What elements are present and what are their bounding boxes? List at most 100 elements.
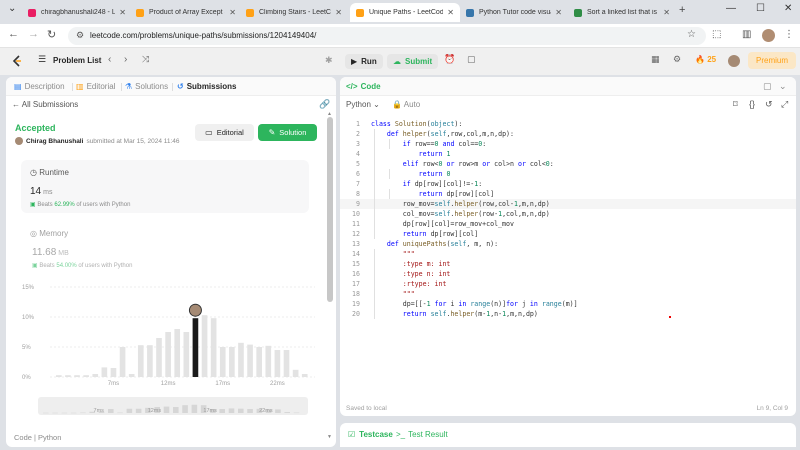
editorial-button[interactable]: ▭ Editorial [195, 124, 254, 141]
browser-tab[interactable]: Sort a linked list that is s ✕ [568, 3, 676, 22]
code-line[interactable]: 17 :rtype: int [340, 279, 796, 289]
scroll-down-icon[interactable]: ▼ [327, 434, 332, 440]
code-line[interactable]: 12 return dp[row][col] [340, 229, 796, 239]
more-menu-icon[interactable]: ⋮ [784, 29, 794, 40]
all-submissions-link[interactable]: ← All Submissions [12, 100, 78, 109]
user-avatar[interactable] [728, 55, 740, 67]
settings-gear-icon[interactable]: ⚙ [673, 54, 681, 65]
histogram-bar-current[interactable] [192, 318, 199, 377]
code-line[interactable]: 7 if dp[row][col]!=-1: [340, 179, 796, 189]
shuffle-icon[interactable]: ⤨ [142, 54, 149, 65]
code-line[interactable]: 15 :type m: int [340, 259, 796, 269]
solution-button[interactable]: ✎ Solution [258, 124, 317, 141]
maximize-panel-icon[interactable]: ▢ [763, 81, 772, 92]
histogram-bar[interactable] [119, 347, 126, 377]
tab-description[interactable]: ▤ Description [14, 82, 65, 91]
code-line[interactable]: 10 col_mov=self.helper(row-1,col,m,n,dp) [340, 209, 796, 219]
code-line[interactable]: 16 :type n: int [340, 269, 796, 279]
histogram-bar[interactable] [274, 350, 281, 377]
layout-icon[interactable]: ▦ [651, 54, 660, 65]
tab-search-icon[interactable]: ⌄ [8, 3, 16, 14]
histogram-bar[interactable] [238, 342, 244, 377]
close-tab-icon[interactable]: ✕ [447, 8, 454, 17]
next-problem-icon[interactable]: › [124, 54, 127, 65]
code-line[interactable]: 20 return self.helper(m-1,n-1,m,n,dp) [340, 309, 796, 319]
maximize-icon[interactable]: ☐ [756, 3, 765, 14]
histogram-bar[interactable] [247, 344, 253, 377]
fullscreen-icon[interactable]: ⤢ [781, 99, 788, 110]
reset-code-icon[interactable]: ↺ [765, 99, 773, 110]
histogram-bar[interactable] [265, 345, 272, 377]
reload-icon[interactable]: ↻ [47, 28, 56, 41]
browser-tab-active[interactable]: Unique Paths - LeetCode ✕ [350, 3, 460, 22]
code-tab[interactable]: </> Code [346, 82, 384, 91]
browser-tab[interactable]: Product of Array Except S ✕ [130, 3, 242, 22]
histogram-bar[interactable] [83, 375, 89, 377]
tab-submissions[interactable]: ↺ Submissions [177, 82, 237, 91]
code-line[interactable]: 2 def helper(self,row,col,m,n,dp): [340, 129, 796, 139]
histogram-bar[interactable] [201, 315, 208, 377]
code-line[interactable]: 1 class Solution(object): [340, 119, 796, 129]
close-tab-icon[interactable]: ✕ [335, 8, 342, 17]
notes-icon[interactable]: ▢ [467, 54, 476, 65]
histogram-bar[interactable] [110, 368, 117, 377]
tab-testcase[interactable]: ☑ Testcase [348, 430, 397, 439]
code-line[interactable]: 14 """ [340, 249, 796, 259]
histogram-bar[interactable] [156, 338, 162, 377]
browser-tab[interactable]: chiragbhanushali248 - Le ✕ [22, 3, 132, 22]
site-info-icon[interactable]: ⚙ [76, 30, 84, 41]
url-field[interactable]: ⚙ leetcode.com/problems/unique-paths/sub… [68, 27, 706, 45]
premium-button[interactable]: Premium [748, 52, 797, 69]
profile-avatar[interactable] [762, 29, 775, 42]
format-code-icon[interactable]: {} [749, 99, 755, 109]
code-line[interactable]: 8 return dp[row][col] [340, 189, 796, 199]
code-line[interactable]: 13 def uniquePaths(self, m, n): [340, 239, 796, 249]
problem-list-link[interactable]: Problem List [53, 56, 101, 65]
histogram-bar[interactable] [65, 375, 71, 377]
histogram-bar[interactable] [165, 332, 171, 377]
histogram-bar[interactable] [74, 375, 80, 377]
code-line[interactable]: 9 row_mov=self.helper(row,col-1,m,n,dp) [340, 199, 796, 209]
bookmark-star-icon[interactable]: ☆ [687, 29, 696, 40]
histogram-bar[interactable] [147, 345, 153, 377]
extensions-icon[interactable]: ⬚ [712, 29, 721, 40]
histogram-bar[interactable] [174, 329, 181, 377]
histogram-bar[interactable] [137, 345, 144, 377]
prev-problem-icon[interactable]: ‹ [108, 54, 111, 65]
language-select[interactable]: Python ⌄ [346, 100, 380, 109]
close-window-icon[interactable]: ✕ [784, 3, 792, 14]
debug-icon[interactable]: ✱ [325, 55, 333, 66]
close-tab-icon[interactable]: ✕ [229, 8, 236, 17]
histogram-bar[interactable] [101, 367, 108, 377]
left-panel-scrollbar[interactable] [327, 117, 333, 302]
code-editor[interactable]: 1 class Solution(object): 2 def helper(sel… [340, 119, 796, 389]
run-button[interactable]: ▶ Run [345, 54, 383, 69]
forward-icon[interactable]: → [28, 28, 39, 40]
histogram-bar[interactable] [219, 347, 226, 377]
histogram-bar[interactable] [283, 350, 290, 377]
new-tab-button[interactable]: + [679, 4, 685, 16]
submit-button[interactable]: ☁ Submit [387, 54, 439, 69]
share-link-icon[interactable]: 🔗 [319, 99, 330, 110]
browser-tab[interactable]: Climbing Stairs - LeetCo ✕ [240, 3, 348, 22]
collapse-panel-icon[interactable]: ⌄ [779, 81, 787, 92]
bookmark-icon[interactable]: ⌑ [733, 99, 738, 110]
back-icon[interactable]: ← [8, 28, 19, 40]
runtime-card[interactable]: ◷ Runtime 14 ms ▣ Beats 62.99% of users w… [21, 160, 309, 213]
code-line[interactable]: 6 return 0 [340, 169, 796, 179]
tab-solutions[interactable]: ⚗ Solutions [125, 82, 168, 91]
histogram-bar[interactable] [128, 374, 135, 377]
code-line[interactable]: 18 """ [340, 289, 796, 299]
histogram-bar[interactable] [229, 347, 235, 377]
code-line[interactable]: 11 dp[row][col]=row_mov+col_mov [340, 219, 796, 229]
code-line[interactable]: 19 dp=[[-1 for i in range(n)]for j in ra… [340, 299, 796, 309]
histogram-bar[interactable] [256, 347, 263, 377]
histogram-bar[interactable] [183, 332, 190, 377]
histogram-bar[interactable] [92, 374, 99, 377]
tab-test-result[interactable]: >_ Test Result [396, 430, 451, 439]
histogram-bar[interactable] [210, 318, 217, 377]
code-line[interactable]: 5 elif row<0 or row>m or col>n or col<0: [340, 159, 796, 169]
histogram-bar[interactable] [301, 374, 308, 377]
streak-counter[interactable]: 🔥 25 [695, 55, 716, 64]
side-panel-icon[interactable]: ▥ [742, 29, 751, 40]
